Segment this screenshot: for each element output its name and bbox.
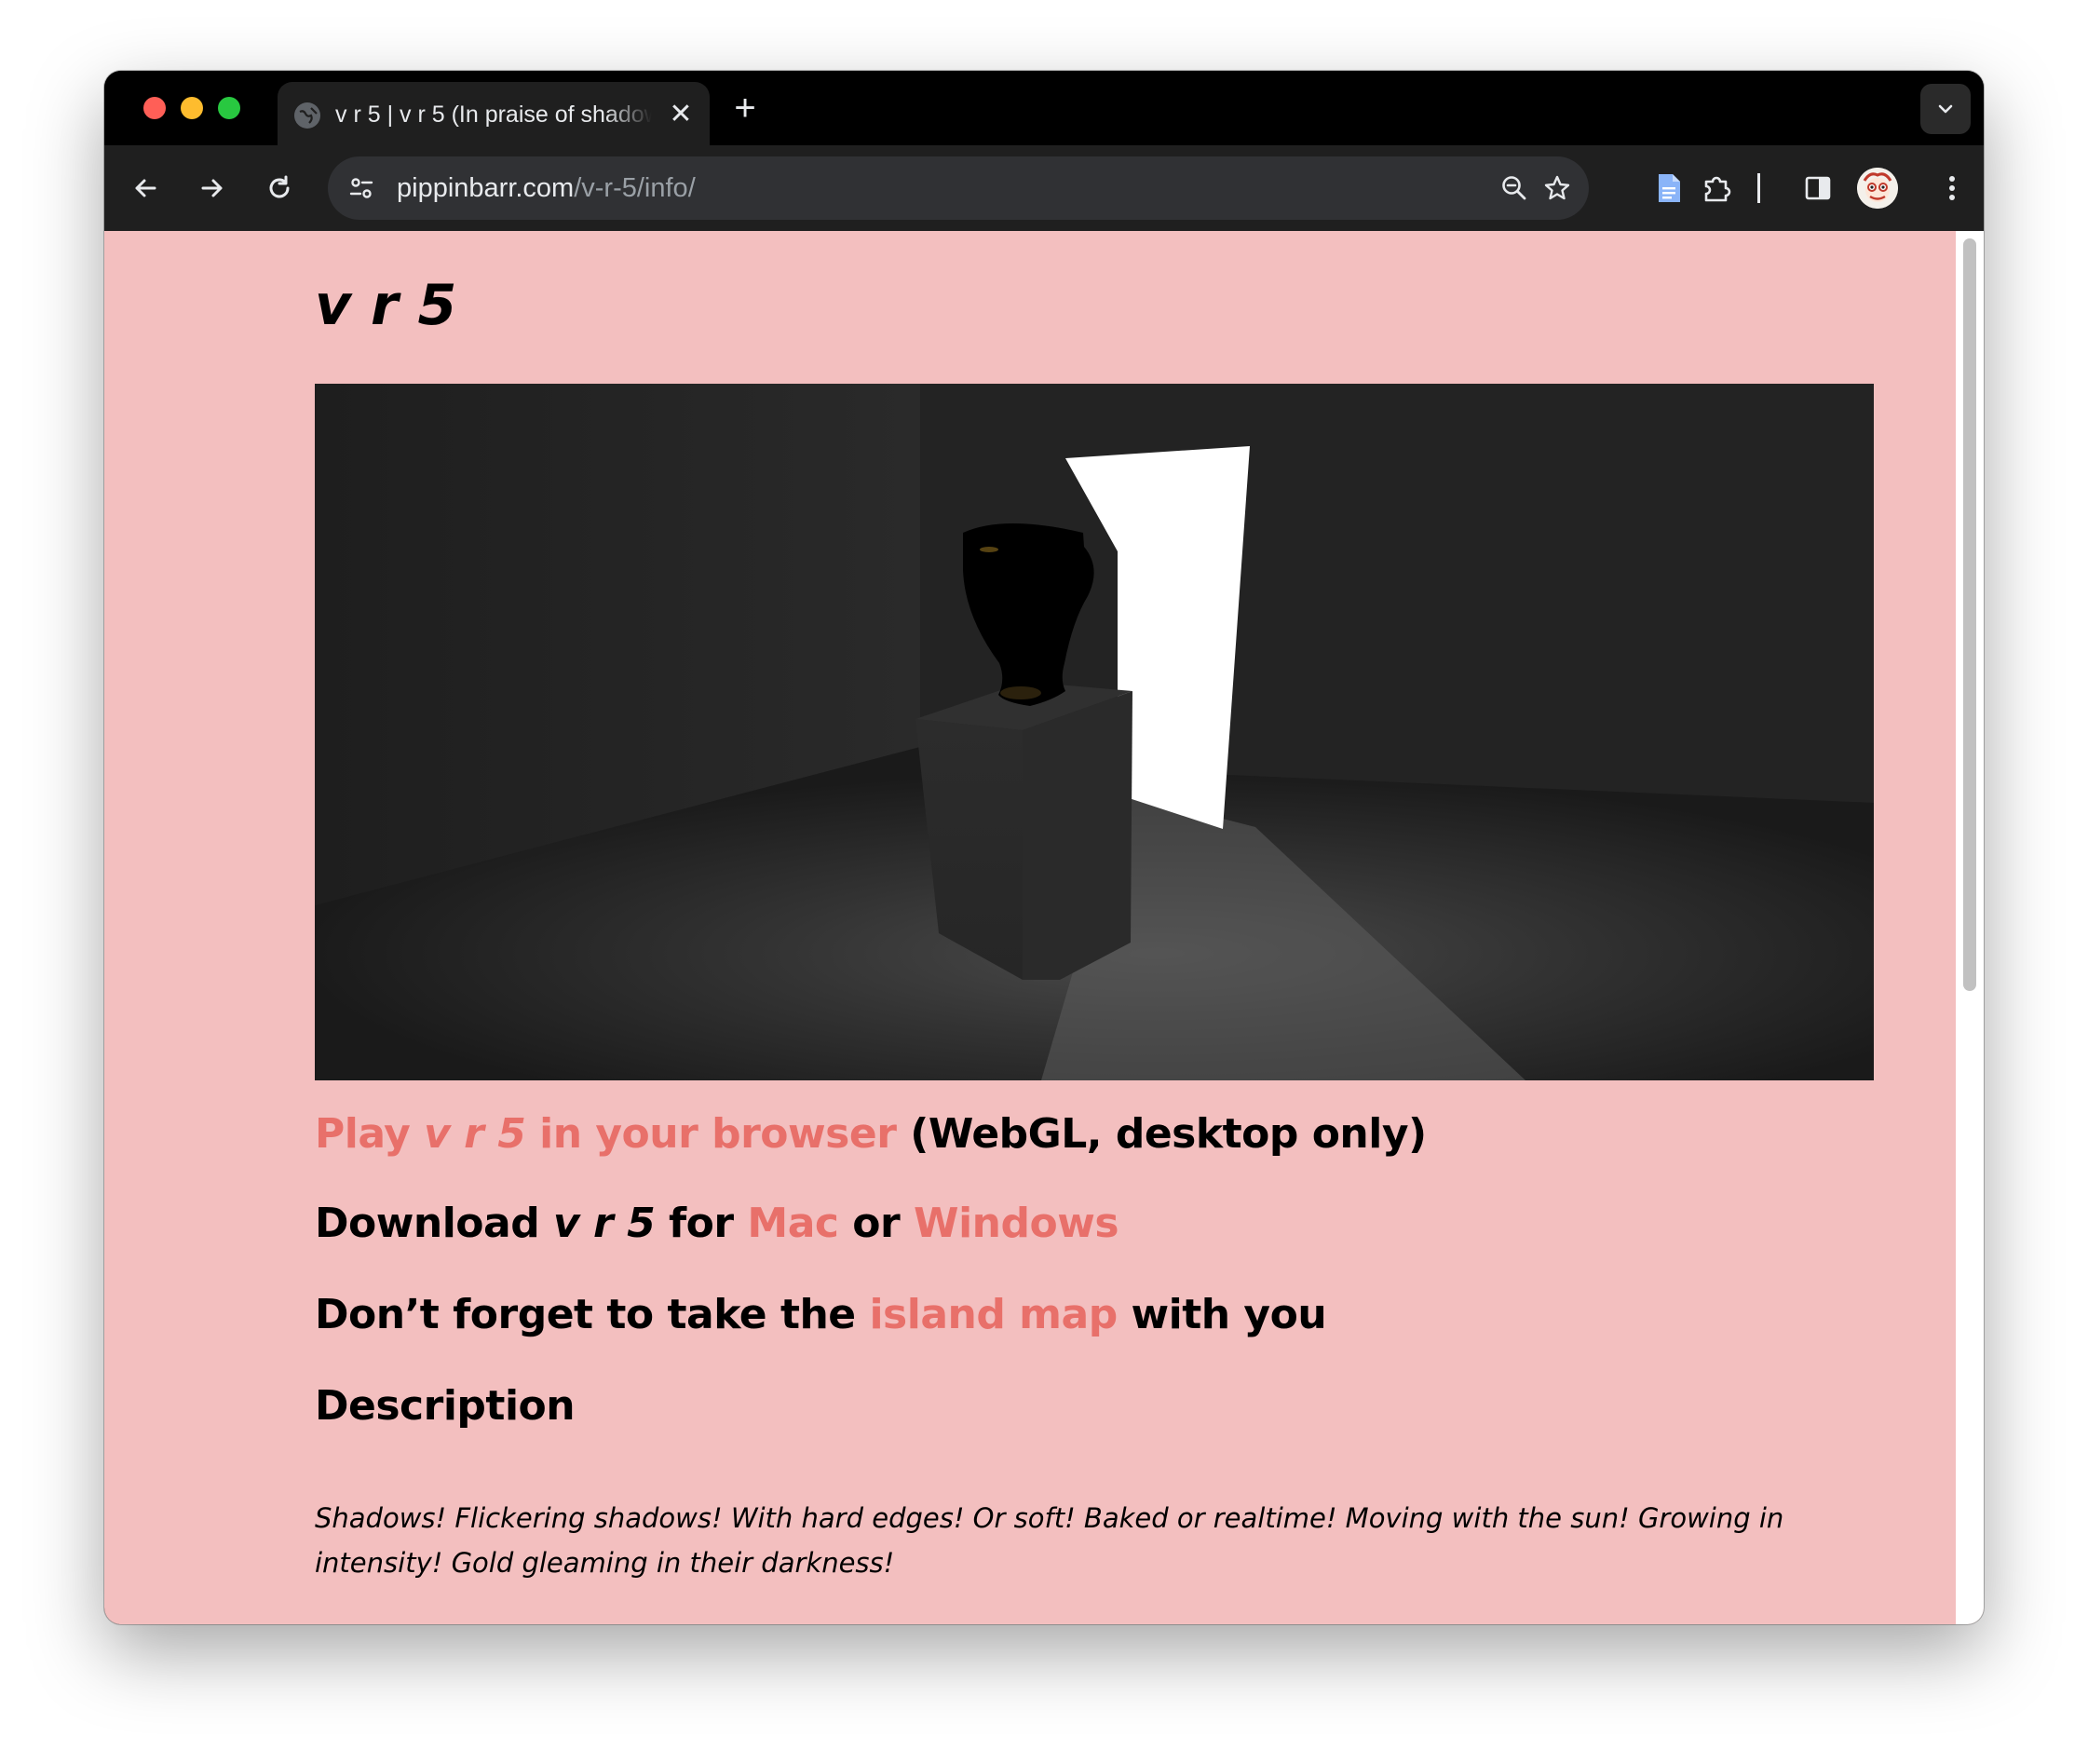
play-link-title: v r 5: [424, 1110, 526, 1158]
tab-strip: v r 5 | v r 5 (In praise of shadows) ✕ +: [104, 71, 1984, 145]
toolbar: pippinbarr.com/v-r-5/info/: [104, 145, 1984, 231]
back-button[interactable]: [123, 166, 168, 210]
globe-icon: [294, 102, 320, 129]
cutoff-text: ...: [315, 1609, 1805, 1624]
island-map-line: Don’t forget to take the island map with…: [315, 1287, 1327, 1343]
browser-window: v r 5 | v r 5 (In praise of shadows) ✕ +: [104, 71, 1984, 1624]
play-line: Play v r 5 in your browser (WebGL, deskt…: [315, 1106, 1427, 1162]
download-mac-link[interactable]: Mac: [747, 1200, 839, 1247]
tune-icon[interactable]: [345, 171, 378, 205]
description-heading: Description: [315, 1382, 576, 1430]
zoom-out-icon[interactable]: [1496, 170, 1533, 207]
download-prefix: Download: [315, 1200, 554, 1247]
arrow-left-icon: [135, 179, 156, 197]
arrow-right-icon: [201, 179, 223, 197]
scrollbar[interactable]: [1956, 231, 1984, 1624]
document-icon[interactable]: [1647, 166, 1691, 210]
hero-image: [315, 384, 1874, 1080]
chevron-down-icon: [1938, 104, 1953, 114]
url-path: /v-r-5/info/: [574, 173, 696, 203]
toolbar-divider: [1757, 173, 1760, 203]
download-windows-link[interactable]: Windows: [914, 1200, 1119, 1247]
island-map-link[interactable]: island map: [869, 1291, 1118, 1338]
address-bar[interactable]: pippinbarr.com/v-r-5/info/: [328, 156, 1589, 220]
play-link-prefix: Play: [315, 1110, 425, 1158]
play-note: (WebGL, desktop only): [896, 1110, 1427, 1158]
scrollbar-thumb[interactable]: [1963, 238, 1976, 991]
close-window-button[interactable]: [143, 97, 166, 119]
map-prefix: Don’t forget to take the: [315, 1291, 870, 1338]
forward-button[interactable]: [190, 166, 235, 210]
description-text: Shadows! Flickering shadows! With hard e…: [315, 1502, 1784, 1579]
puzzle-icon[interactable]: [1695, 166, 1740, 210]
side-panel-icon[interactable]: [1796, 166, 1840, 210]
play-link-suffix: in your browser: [525, 1110, 897, 1158]
tab-title: v r 5 | v r 5 (In praise of shadows): [335, 102, 652, 128]
more-vert-icon[interactable]: [1930, 166, 1974, 210]
star-icon[interactable]: [1539, 170, 1576, 207]
url-host: pippinbarr.com: [397, 173, 575, 203]
zoom-window-button[interactable]: [218, 97, 240, 119]
minimize-window-button[interactable]: [181, 97, 203, 119]
tab-search-button[interactable]: [1920, 84, 1971, 134]
map-suffix: with you: [1117, 1291, 1327, 1338]
page-title: v r 5: [315, 273, 457, 338]
page-viewport: v r 5 Play v r 5 in your browser (WebGL,…: [104, 231, 1984, 1624]
play-in-browser-link[interactable]: Play v r 5 in your browser: [315, 1110, 897, 1158]
active-tab[interactable]: v r 5 | v r 5 (In praise of shadows) ✕: [278, 82, 710, 145]
download-middle: for: [655, 1200, 748, 1247]
download-or: or: [838, 1200, 915, 1247]
download-line: Download v r 5 for Mac or Windows: [315, 1196, 1119, 1252]
close-icon[interactable]: ✕: [665, 99, 697, 130]
download-title: v r 5: [553, 1200, 656, 1247]
profile-avatar[interactable]: [1857, 168, 1898, 209]
reload-button[interactable]: [257, 166, 302, 210]
reload-icon: [269, 175, 290, 198]
plus-icon[interactable]: +: [726, 89, 764, 127]
url-text: pippinbarr.com/v-r-5/info/: [397, 170, 696, 207]
